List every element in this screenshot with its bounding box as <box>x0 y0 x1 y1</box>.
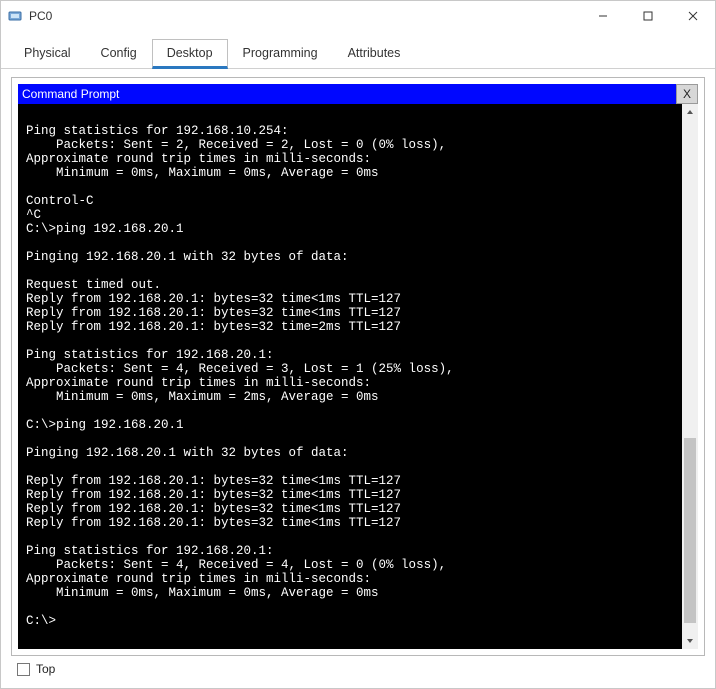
tab-attributes[interactable]: Attributes <box>333 39 416 68</box>
bottom-row: Top <box>11 656 705 682</box>
minimize-button[interactable] <box>580 1 625 31</box>
tab-programming[interactable]: Programming <box>228 39 333 68</box>
panel-header: Command Prompt X <box>18 84 698 104</box>
content-frame: Command Prompt X Ping statistics for 192… <box>11 77 705 656</box>
titlebar: PC0 <box>1 1 715 31</box>
top-checkbox-label: Top <box>36 662 55 676</box>
terminal-output[interactable]: Ping statistics for 192.168.10.254: Pack… <box>18 104 682 649</box>
app-icon <box>7 8 23 24</box>
close-icon: X <box>683 87 691 101</box>
terminal-wrap: Ping statistics for 192.168.10.254: Pack… <box>18 104 698 649</box>
scroll-up-arrow[interactable] <box>682 104 698 120</box>
panel-title: Command Prompt <box>22 87 676 101</box>
tab-config[interactable]: Config <box>86 39 152 68</box>
scroll-down-arrow[interactable] <box>682 633 698 649</box>
scroll-thumb[interactable] <box>684 438 696 623</box>
top-checkbox[interactable] <box>17 663 30 676</box>
tabs-row: Physical Config Desktop Programming Attr… <box>1 37 715 69</box>
scrollbar[interactable] <box>682 104 698 649</box>
tab-physical[interactable]: Physical <box>9 39 86 68</box>
content-area: Command Prompt X Ping statistics for 192… <box>1 69 715 688</box>
app-window: PC0 Physical Config Desktop Programming … <box>0 0 716 689</box>
tab-desktop[interactable]: Desktop <box>152 39 228 69</box>
panel-close-button[interactable]: X <box>676 84 698 104</box>
window-title: PC0 <box>29 9 52 23</box>
maximize-button[interactable] <box>625 1 670 31</box>
close-button[interactable] <box>670 1 715 31</box>
scroll-track[interactable] <box>682 120 698 633</box>
